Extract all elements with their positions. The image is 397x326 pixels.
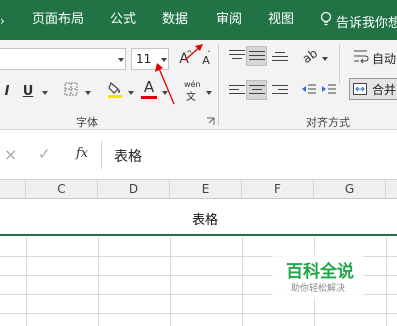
italic-button[interactable]: I [2, 84, 12, 100]
chevron-down-icon[interactable] [85, 91, 91, 95]
cancel-icon[interactable]: × [4, 145, 17, 164]
tab-data[interactable]: 数据 [162, 12, 188, 28]
chevron-down-icon[interactable] [128, 91, 134, 95]
column-header[interactable]: C [26, 180, 98, 199]
merge-cells-icon [353, 83, 367, 95]
wrap-text-label[interactable]: 自动 [372, 50, 396, 67]
insert-function-button[interactable]: fx [76, 146, 88, 161]
formula-bar: × ✓ fx 表格 [0, 138, 397, 172]
align-center-icon [249, 85, 265, 97]
annotation-arrow-icon [184, 44, 203, 61]
increase-indent-icon[interactable] [321, 83, 337, 97]
font-size-value: 11 [136, 52, 152, 66]
merged-cell[interactable]: 表格 [0, 199, 397, 236]
watermark-title: 百科全说 [286, 262, 354, 282]
gridline [0, 313, 397, 314]
dialog-launcher-icon[interactable] [206, 117, 215, 126]
tab-review[interactable]: 审阅 [216, 12, 242, 28]
group-divider [218, 44, 219, 126]
ribbon-home: 11 A ^ Aˇ I U A wén 文 字体 ab 自动 合并 对齐方式 [0, 40, 397, 130]
align-middle-icon [249, 51, 265, 63]
merge-center-label: 合并 [372, 83, 397, 97]
alignment-group-label: 对齐方式 [306, 116, 350, 129]
merge-center-button[interactable]: 合并 [349, 78, 397, 100]
tab-view[interactable]: 视图 [268, 12, 294, 28]
tell-me-box[interactable]: 告诉我你想 [318, 10, 397, 31]
decrease-indent-icon[interactable] [301, 83, 317, 97]
chevron-down-icon[interactable] [206, 91, 212, 95]
column-header[interactable]: F [242, 180, 314, 199]
column-header[interactable]: E [170, 180, 242, 199]
align-center-button[interactable] [246, 80, 267, 100]
phonetic-guide-button[interactable]: wén 文 [184, 80, 202, 103]
align-bottom-icon[interactable] [272, 52, 288, 64]
watermark: 百科全说 助你轻松解决 [272, 255, 364, 299]
orientation-icon[interactable]: ab [299, 45, 321, 67]
formula-content: 表格 [114, 149, 142, 165]
column-header[interactable]: G [314, 180, 386, 199]
font-group-label: 字体 [76, 116, 98, 129]
column-header-row: C D E F G [0, 179, 397, 199]
formula-input[interactable]: 表格 [105, 141, 397, 169]
merged-cell-text: 表格 [192, 213, 219, 228]
align-left-icon[interactable] [229, 85, 245, 97]
align-right-icon[interactable] [272, 85, 288, 97]
excel-window: › 页面布局 公式 数据 审阅 视图 告诉我你想 11 A ^ Aˇ I U A… [0, 0, 397, 326]
annotation-arrow-icon [155, 63, 175, 105]
underline-button[interactable]: U [21, 84, 35, 100]
phonetic-char-icon: 文 [186, 92, 196, 103]
caret-down-icon: ˇ [207, 50, 211, 59]
lightbulb-icon [320, 11, 332, 26]
align-top-icon[interactable] [229, 50, 245, 62]
formula-divider [101, 141, 102, 169]
watermark-subtitle: 助你轻松解决 [291, 284, 346, 294]
tab-home-edge[interactable]: › [0, 14, 6, 28]
enter-icon[interactable]: ✓ [38, 145, 51, 163]
chevron-down-icon[interactable] [42, 91, 48, 95]
column-header[interactable] [0, 180, 26, 199]
tell-me-label: 告诉我你想 [336, 16, 397, 31]
worksheet-grid[interactable]: 表格 百科全说 助你轻松解决 [0, 199, 397, 326]
tab-page-layout[interactable]: 页面布局 [32, 12, 84, 28]
tab-formulas[interactable]: 公式 [110, 12, 136, 28]
align-middle-button[interactable] [246, 46, 267, 66]
column-header[interactable]: D [98, 180, 170, 199]
wrap-text-icon[interactable] [353, 49, 369, 63]
borders-icon[interactable] [64, 82, 78, 96]
font-name-combo[interactable] [0, 48, 126, 70]
chevron-down-icon [118, 58, 124, 62]
chevron-down-icon[interactable] [322, 57, 328, 61]
group-subdivider [339, 44, 340, 84]
ribbon-tab-bar: › 页面布局 公式 数据 审阅 视图 告诉我你想 [0, 0, 397, 40]
fill-color-icon[interactable] [107, 80, 123, 98]
